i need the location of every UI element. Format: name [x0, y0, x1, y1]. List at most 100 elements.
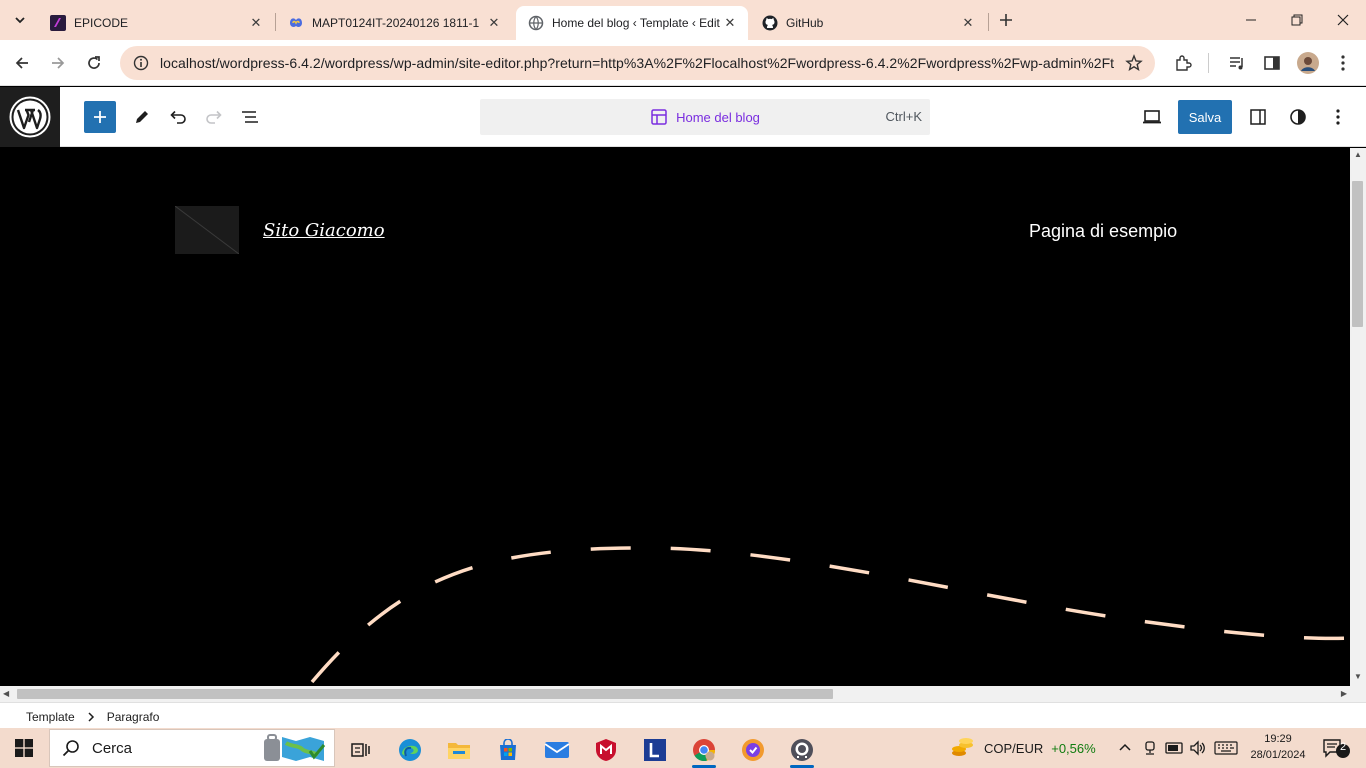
side-panel-icon[interactable] — [1261, 52, 1283, 74]
tools-button[interactable] — [126, 101, 158, 133]
url-text[interactable]: localhost/wordpress-6.4.2/wordpress/wp-a… — [160, 55, 1115, 71]
taskbar-search-box[interactable]: Cerca — [49, 729, 335, 767]
teams-icon — [288, 15, 304, 31]
bookmark-star-icon[interactable] — [1125, 54, 1143, 72]
notification-icon — [1323, 739, 1350, 758]
system-clock[interactable]: 19:29 28/01/2024 — [1248, 731, 1308, 763]
scroll-right-arrow-icon[interactable]: ▶ — [1341, 689, 1347, 698]
restore-button[interactable] — [1274, 0, 1320, 40]
tab-title: GitHub — [786, 16, 824, 30]
wordpress-logo-icon[interactable] — [0, 87, 60, 147]
edge-icon[interactable] — [390, 732, 430, 768]
browser-tab-wordpress[interactable]: Home del blog ‹ Template ‹ Edit ✕ — [516, 6, 748, 40]
minimize-button[interactable] — [1228, 0, 1274, 40]
pencil-icon — [136, 111, 148, 123]
close-icon[interactable]: ✕ — [722, 15, 738, 31]
site-info-icon[interactable] — [132, 54, 150, 72]
chevron-down-icon — [15, 17, 25, 24]
scroll-down-arrow-icon[interactable]: ▼ — [1350, 672, 1366, 684]
browser-tabstrip: EPICODE ✕ MAPT0124IT-20240126 1811-1 ✕ H… — [0, 0, 1366, 40]
editor-canvas[interactable]: Sito Giacomo Pagina di esempio — [0, 148, 1350, 686]
scroll-left-arrow-icon[interactable]: ◀ — [3, 689, 9, 698]
tab-title: Home del blog ‹ Template ‹ Edit — [552, 16, 720, 30]
microsoft-store-icon[interactable] — [488, 732, 528, 768]
mcafee-icon[interactable] — [586, 732, 626, 768]
clock-time: 19:29 — [1264, 733, 1292, 745]
styles-button[interactable] — [1282, 101, 1314, 133]
lastpass-l-icon[interactable] — [635, 732, 675, 768]
network-icon[interactable] — [1165, 728, 1183, 768]
site-logo-placeholder[interactable] — [174, 205, 240, 255]
tab-title: EPICODE — [74, 16, 129, 30]
redo-icon — [206, 110, 222, 124]
address-bar[interactable]: localhost/wordpress-6.4.2/wordpress/wp-a… — [120, 46, 1155, 80]
task-view-icon[interactable] — [340, 732, 380, 768]
nav-item-sample-page[interactable]: Pagina di esempio — [1029, 221, 1177, 242]
browser-tab-github[interactable]: GitHub ✕ — [750, 6, 986, 40]
redo-button[interactable] — [198, 101, 230, 133]
document-title-text: Home del blog — [676, 109, 760, 125]
device-preview-button[interactable] — [1136, 101, 1168, 133]
plus-icon — [1000, 14, 1012, 26]
scrollbar-thumb[interactable] — [1352, 181, 1363, 327]
chrome-icon[interactable] — [684, 732, 724, 768]
horizontal-scrollbar[interactable]: ◀ ▶ — [0, 686, 1350, 702]
undo-icon — [170, 110, 186, 124]
desktop-icon — [1143, 110, 1161, 124]
close-icon[interactable]: ✕ — [248, 15, 264, 31]
close-icon[interactable]: ✕ — [486, 15, 502, 31]
profile-avatar[interactable] — [1297, 52, 1319, 74]
chevron-up-icon — [1119, 743, 1131, 751]
browser-toolbar: localhost/wordpress-6.4.2/wordpress/wp-a… — [0, 40, 1366, 86]
save-button[interactable]: Salva — [1178, 100, 1232, 134]
scrollbar-thumb[interactable] — [17, 689, 833, 699]
browser-tab-teams[interactable]: MAPT0124IT-20240126 1811-1 ✕ — [276, 6, 512, 40]
breadcrumb-item-paragraph[interactable]: Paragrafo — [107, 710, 160, 724]
site-title[interactable]: Sito Giacomo — [263, 220, 385, 241]
github-desktop-icon[interactable] — [782, 732, 822, 768]
vertical-scrollbar[interactable]: ▲ ▼ — [1350, 148, 1366, 686]
show-hidden-icons-button[interactable] — [1118, 728, 1132, 768]
forward-button[interactable] — [44, 49, 72, 77]
vpn-shield-icon[interactable] — [733, 732, 773, 768]
coins-icon — [952, 738, 973, 756]
document-title[interactable]: Home del blog — [480, 99, 930, 135]
volume-icon[interactable] — [1189, 728, 1207, 768]
arrow-right-icon — [52, 57, 65, 69]
breadcrumb-item-template[interactable]: Template — [26, 710, 75, 724]
media-controls-icon[interactable] — [1226, 52, 1248, 74]
search-icon — [62, 740, 79, 757]
block-inserter-button[interactable] — [84, 101, 116, 133]
file-explorer-icon[interactable] — [439, 732, 479, 768]
close-icon[interactable]: ✕ — [960, 15, 976, 31]
start-button[interactable] — [0, 728, 48, 768]
reload-icon — [88, 56, 100, 69]
half-circle-icon — [1290, 109, 1306, 125]
template-layout-icon — [650, 108, 668, 126]
extensions-icon[interactable] — [1172, 52, 1194, 74]
document-overview-button[interactable] — [234, 101, 266, 133]
keyboard-layout-icon[interactable] — [1214, 728, 1238, 768]
ticker-change: +0,56% — [1051, 740, 1096, 756]
tab-title: MAPT0124IT-20240126 1811-1 — [312, 16, 480, 30]
options-menu-button[interactable] — [1322, 101, 1354, 133]
undo-button[interactable] — [162, 101, 194, 133]
reload-button[interactable] — [80, 49, 108, 77]
webcam-icon[interactable] — [1142, 728, 1158, 768]
tab-search-button[interactable] — [6, 6, 34, 34]
windows-logo-icon — [15, 739, 33, 757]
close-window-button[interactable] — [1320, 0, 1366, 40]
more-menu-icon[interactable] — [1332, 52, 1354, 74]
new-tab-button[interactable] — [994, 8, 1018, 32]
browser-tab-epicode[interactable]: EPICODE ✕ — [38, 6, 274, 40]
github-icon — [762, 15, 778, 31]
mail-icon[interactable] — [537, 732, 577, 768]
currency-widget[interactable]: COP/EUR +0,56% — [950, 728, 1096, 768]
plus-icon — [94, 111, 106, 123]
command-palette-bar[interactable]: Home del blog Ctrl+K — [480, 99, 930, 135]
notification-center-button[interactable]: 2 — [1322, 728, 1352, 768]
back-button[interactable] — [8, 49, 36, 77]
settings-sidebar-button[interactable] — [1242, 101, 1274, 133]
scroll-up-arrow-icon[interactable]: ▲ — [1350, 150, 1366, 162]
scrollbar-corner — [1350, 686, 1366, 702]
